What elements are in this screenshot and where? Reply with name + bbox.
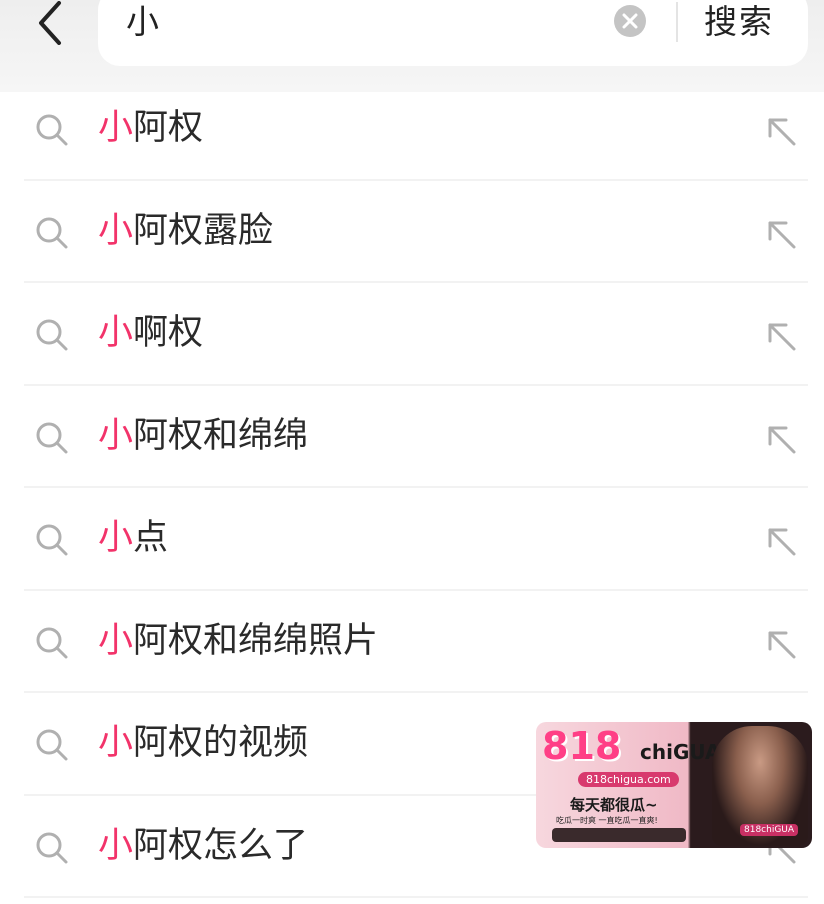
- search-icon: [36, 217, 68, 248]
- search-icon: [36, 319, 68, 351]
- suggestion-rest: 阿权: [133, 108, 204, 148]
- suggestion-highlight: 小: [98, 313, 134, 353]
- suggestion-rest: 阿权的视频: [133, 723, 309, 763]
- ad-slogan: 每天都很瓜~: [570, 796, 658, 814]
- suggestion-highlight: 小: [98, 723, 134, 763]
- suggestion-text: 小阿权露脸: [98, 207, 273, 255]
- search-divider: [676, 2, 678, 42]
- search-icon: [36, 729, 68, 761]
- suggestion-rest: 阿权和绵绵: [133, 415, 309, 456]
- search-icon: [36, 627, 68, 658]
- search-icon: [36, 832, 68, 863]
- suggestion-rest: 啊权: [133, 313, 204, 353]
- suggestion-highlight: 小: [98, 108, 134, 148]
- search-icon: [36, 422, 68, 453]
- suggestion-rest: 阿权怎么了: [133, 825, 309, 866]
- suggestion-text: 小阿权和绵绵: [98, 412, 308, 460]
- suggestion-item[interactable]: 小阿权和绵绵照片: [0, 591, 824, 693]
- ad-brand: chiGUA: [640, 740, 721, 764]
- suggestion-text: 小阿权和绵绵照片: [98, 617, 378, 665]
- suggestion-text: 小阿权: [98, 104, 203, 152]
- suggestion-highlight: 小: [98, 210, 134, 251]
- suggestion-text: 小阿权的视频: [98, 719, 308, 767]
- ad-banner[interactable]: 818 chiGUA 818chigua.com 每天都很瓜~ 吃瓜一时爽 一直…: [536, 722, 812, 848]
- ad-info-strip: [552, 828, 686, 842]
- arrow-up-left-icon[interactable]: [764, 114, 798, 148]
- search-button[interactable]: 搜索: [704, 0, 774, 44]
- suggestion-item[interactable]: 小阿权和绵绵: [0, 386, 824, 488]
- suggestion-item[interactable]: 小啊权: [0, 283, 824, 386]
- arrow-up-left-icon[interactable]: [764, 524, 798, 558]
- suggestion-rest: 阿权露脸: [133, 210, 274, 251]
- back-button[interactable]: [30, 0, 70, 46]
- suggestion-rest: 阿权和绵绵照片: [133, 620, 379, 661]
- suggestion-text: 小啊权: [98, 309, 203, 357]
- search-icon: [36, 524, 68, 556]
- suggestion-rest: 点: [133, 518, 169, 558]
- arrow-up-left-icon[interactable]: [764, 217, 798, 251]
- ad-url: 818chigua.com: [578, 772, 679, 787]
- search-icon: [36, 114, 68, 146]
- arrow-up-left-icon[interactable]: [764, 422, 798, 456]
- ad-subtext: 吃瓜一时爽 一直吃瓜一直爽!: [556, 816, 658, 825]
- suggestion-item[interactable]: 小点: [0, 488, 824, 591]
- row-divider: [24, 896, 808, 898]
- suggestion-highlight: 小: [98, 415, 134, 456]
- search-query-text[interactable]: 小: [126, 0, 159, 44]
- suggestion-item[interactable]: 小阿权露脸: [0, 181, 824, 283]
- clear-circle-icon[interactable]: [613, 4, 647, 38]
- suggestion-highlight: 小: [98, 518, 134, 558]
- ad-logo: 818: [542, 724, 622, 768]
- arrow-up-left-icon[interactable]: [764, 319, 798, 353]
- suggestion-highlight: 小: [98, 620, 134, 661]
- arrow-up-left-icon[interactable]: [764, 627, 798, 661]
- chevron-left-icon: [39, 1, 61, 45]
- suggestion-text: 小点: [98, 514, 168, 562]
- search-input[interactable]: 小 搜索: [98, 0, 808, 66]
- suggestion-text: 小阿权怎么了: [98, 822, 308, 870]
- suggestion-item[interactable]: 小阿权: [0, 78, 824, 181]
- ad-tag: 818chiGUA: [740, 824, 799, 836]
- suggestion-highlight: 小: [98, 825, 134, 866]
